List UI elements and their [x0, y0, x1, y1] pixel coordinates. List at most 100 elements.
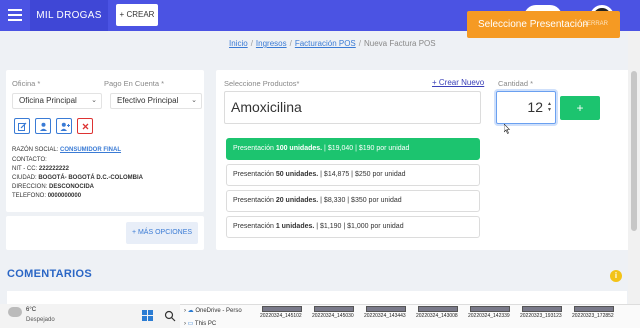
mas-opciones-button[interactable]: + MÁS OPCIONES [126, 222, 198, 244]
pago-label: Pago En Cuenta * [104, 79, 165, 88]
breadcrumb-inicio[interactable]: Inicio [229, 39, 248, 48]
presentation-option[interactable]: Presentación 1 unidades. | $1,190 | $1,0… [226, 216, 480, 238]
chevron-down-icon: ⌄ [191, 97, 197, 104]
tree-label: OneDrive - Perso [195, 308, 242, 314]
thumbnail-label: 20220324_143443 [364, 313, 406, 319]
oficina-select[interactable]: Oficina Principal ⌄ [12, 93, 102, 109]
presentation-option[interactable]: Presentación 50 unidades. | $14,875 | $2… [226, 164, 480, 186]
cantidad-label: Cantidad * [498, 79, 534, 88]
weather-temp: 6°C [26, 307, 37, 313]
chevron-down-icon: ⌄ [91, 97, 97, 104]
razon-label: RAZÓN SOCIAL: [12, 147, 59, 153]
weather-icon[interactable] [8, 307, 22, 317]
productos-label: Seleccione Productos* [224, 79, 300, 88]
weather-desc: Despejado [26, 317, 55, 323]
pres-price: | $14,875 | $250 por unidad [318, 171, 406, 178]
hamburger-menu-icon[interactable] [8, 9, 22, 21]
pres-prefix: Presentación [233, 171, 276, 178]
pres-units: 50 unidades. [275, 171, 319, 178]
file-thumbnail[interactable]: 20220323_172852 [572, 306, 618, 328]
tree-item-onedrive[interactable]: › ☁ OneDrive - Perso [184, 307, 242, 314]
remove-client-button[interactable] [77, 118, 93, 134]
thumbnail-image [262, 306, 302, 312]
quantity-value: 12 [527, 99, 543, 115]
brand-name[interactable]: MIL DROGAS [30, 0, 108, 31]
file-thumbnail[interactable]: 20220324_142339 [468, 306, 514, 328]
ciudad-row: CIUDAD: BOGOTÁ- BOGOTÁ D.C.-COLOMBIA [12, 175, 143, 181]
thumbnail-image [470, 306, 510, 312]
direccion-value: DESCONOCIDA [49, 184, 95, 190]
breadcrumb-current: Nueva Factura POS [364, 39, 436, 48]
thumbnail-image [522, 306, 562, 312]
breadcrumb-ingresos[interactable]: Ingresos [256, 39, 287, 48]
pres-units: 20 unidades. [275, 197, 319, 204]
thumbnail-label: 20220323_172852 [572, 313, 614, 319]
tree-item-this-pc[interactable]: › ▭ This PC [184, 320, 216, 327]
breadcrumb: Inicio / Ingresos / Facturación POS / Nueva Fa… [229, 39, 436, 48]
file-explorer-strip: › ☁ OneDrive - Perso › ▭ This PC 2022032… [180, 304, 640, 328]
options-card: + MÁS OPCIONES [6, 216, 204, 250]
presentation-option[interactable]: Presentación 100 unidades. | $19,040 | $… [226, 138, 480, 160]
info-icon[interactable]: i [610, 270, 622, 282]
direccion-label: DIRECCION: [12, 184, 48, 190]
nit-value: 222222222 [38, 166, 69, 172]
razon-social-row: RAZÓN SOCIAL: CONSUMIDOR FINAL [12, 147, 121, 153]
add-client-button[interactable] [56, 118, 72, 134]
edit-client-button[interactable] [14, 118, 30, 134]
quantity-stepper[interactable]: ▲ ▼ [547, 101, 552, 113]
thumbnail-image [418, 306, 458, 312]
toast-close-button[interactable]: CERRAR [583, 11, 608, 38]
add-product-button[interactable]: + [560, 96, 600, 120]
pres-price: | $8,330 | $350 por unidad [318, 197, 402, 204]
nit-label: NIT - CC: [12, 166, 38, 172]
presentation-option[interactable]: Presentación 20 unidades. | $8,330 | $35… [226, 190, 480, 212]
oficina-value: Oficina Principal [19, 96, 77, 105]
breadcrumb-facturacion-pos[interactable]: Facturación POS [295, 39, 356, 48]
pres-units: 100 unidades. [275, 145, 323, 152]
user-icon [40, 122, 47, 131]
thumbnail-label: 20220324_145030 [312, 313, 354, 319]
pres-prefix: Presentación [233, 223, 276, 230]
pres-units: 1 unidades. [275, 223, 315, 230]
file-thumbnail[interactable]: 20220323_193123 [520, 306, 566, 328]
pago-select[interactable]: Efectivo Principal ⌄ [110, 93, 202, 109]
page-scrollbar[interactable] [628, 31, 640, 304]
crear-nuevo-link[interactable]: + Crear Nuevo [432, 78, 484, 87]
product-card: Seleccione Productos* + Crear Nuevo Amox… [216, 70, 640, 250]
file-thumbnail[interactable]: 20220324_145102 [260, 306, 306, 328]
thumbnail-image [314, 306, 354, 312]
pres-prefix: Presentación [233, 197, 276, 204]
select-client-button[interactable] [35, 118, 51, 134]
mouse-cursor-icon [504, 124, 510, 134]
quantity-input[interactable]: 12 ▲ ▼ [496, 91, 556, 124]
user-plus-icon [60, 122, 70, 131]
windows-taskbar: 6°C Despejado [0, 304, 180, 328]
razon-value[interactable]: CONSUMIDOR FINAL [60, 147, 121, 153]
file-thumbnail[interactable]: 20220324_143008 [416, 306, 462, 328]
contacto-row: CONTACTO: [12, 157, 47, 163]
crear-button[interactable]: + CREAR [116, 4, 158, 26]
thumbnail-image [574, 306, 614, 312]
telefono-label: TELEFONO: [12, 193, 47, 199]
thumbnail-label: 20220323_193123 [520, 313, 562, 319]
file-thumbnail[interactable]: 20220324_145030 [312, 306, 358, 328]
contacto-label: CONTACTO: [12, 157, 47, 163]
tree-label: This PC [194, 321, 217, 327]
telefono-row: TELEFONO: 0000000000 [12, 193, 81, 199]
ciudad-value: BOGOTÁ- BOGOTÁ D.C.-COLOMBIA [38, 175, 144, 181]
file-thumbnail[interactable]: 20220324_143443 [364, 306, 410, 328]
windows-start-icon[interactable] [142, 310, 154, 322]
product-search-input[interactable]: Amoxicilina [224, 91, 481, 124]
oficina-label: Oficina * [12, 79, 41, 88]
close-icon [82, 123, 89, 130]
direccion-row: DIRECCION: DESCONOCIDA [12, 184, 94, 190]
thumbnail-label: 20220324_143008 [416, 313, 458, 319]
search-icon[interactable] [164, 310, 176, 322]
pres-price: | $19,040 | $190 por unidad [322, 145, 410, 152]
thumbnail-label: 20220324_145102 [260, 313, 302, 319]
comentarios-panel [7, 291, 627, 305]
pres-prefix: Presentación [233, 145, 276, 152]
telefono-value: 0000000000 [47, 193, 82, 199]
scrollbar-thumb[interactable] [631, 71, 637, 231]
client-card: Oficina * Pago En Cuenta * Oficina Princ… [6, 70, 204, 212]
